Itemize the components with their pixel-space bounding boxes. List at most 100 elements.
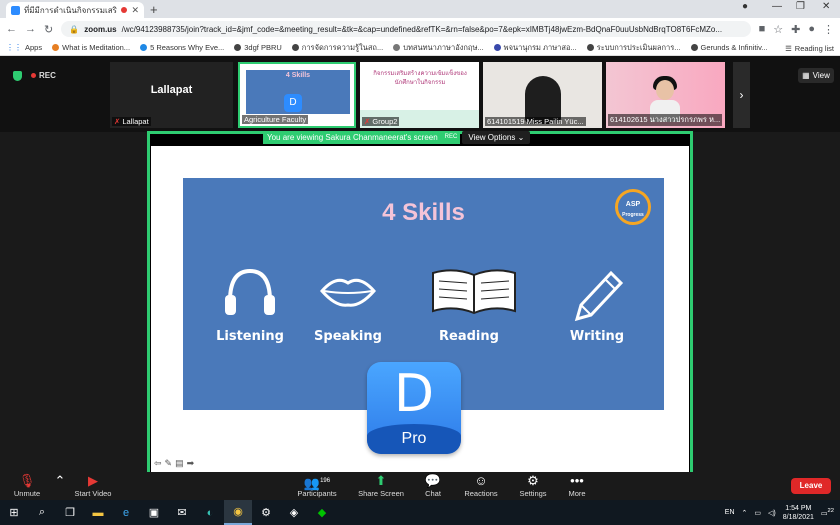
video-off-icon: ▶ [88, 473, 98, 488]
participant-label: 614102615 นางสาวปรกรภพร ห... [608, 114, 723, 126]
participants-count: 196 [320, 478, 331, 484]
skill-reading: Reading [429, 265, 516, 344]
bookmark-item[interactable]: 3dgf PBRU [234, 43, 282, 52]
skill-writing: Writing [557, 265, 637, 344]
browser-tab[interactable]: ที่มีมีการดำเนินกิจกรรมเสริมหลักสูตร... … [6, 2, 144, 18]
arrow-right-icon[interactable]: ➡ [187, 458, 195, 469]
d-pro-badge-icon: D [284, 94, 302, 112]
task-view-icon[interactable]: ❐ [56, 500, 84, 525]
video-tile[interactable]: 614102615 นางสาวปรกรภพร ห... [606, 62, 725, 128]
slide-title: 4 Skills [382, 199, 465, 226]
zoom-meeting: REC Lallapat ✗ Lallapat 4 Skills D Agric… [0, 56, 840, 525]
lock-icon: 🔒 [69, 24, 80, 34]
bookmark-item[interactable]: พจนานุกรม ภาษาสอ... [493, 42, 577, 54]
bookmark-icon [291, 44, 299, 51]
open-book-icon [432, 269, 516, 315]
settings-gear-icon[interactable]: ⚙ [252, 500, 280, 525]
edge-chromium-icon[interactable]: ◐ [196, 500, 224, 525]
leave-button[interactable]: Leave [791, 478, 831, 494]
zoom-favicon-icon [11, 5, 20, 15]
audio-options-chevron[interactable]: ⌃ [54, 473, 66, 489]
bookmark-item[interactable]: Gerunds & Infinitiv... [690, 43, 768, 52]
start-video-button[interactable]: ▶ Start Video [70, 473, 116, 498]
slide-canvas: 4 Skills ASP Progress Listening Speaking … [151, 146, 689, 502]
tile-poster-text: กิจกรรมเสริมสร้างความเข้มแข็งของนักศึกษา… [373, 71, 467, 86]
annotation-toolbar: ⇦ ✎ ▤ ➡ [154, 458, 194, 469]
pen-icon[interactable]: ✎ [165, 458, 173, 469]
star-icon[interactable]: ☆ [773, 23, 783, 36]
bookmark-item[interactable]: การจัดการความรู้ในสถ... [291, 42, 383, 54]
store-icon[interactable]: ▣ [140, 500, 168, 525]
participant-label: ✗ Group2 [362, 117, 400, 126]
shared-screen: 4 Skills ASP Progress Listening Speaking … [147, 131, 693, 525]
participant-label: 614101519 Miss Pailin Yüc... [485, 117, 586, 126]
bookmark-apps[interactable]: ⋮⋮ Apps [6, 43, 42, 52]
participants-button[interactable]: 👥196 Participants [294, 473, 340, 498]
windows-start-icon[interactable]: ⊞ [0, 500, 28, 525]
video-tile[interactable]: Lallapat ✗ Lallapat [110, 62, 233, 128]
more-button[interactable]: ••• More [564, 473, 590, 498]
reactions-button[interactable]: ☺ Reactions [462, 473, 500, 498]
chrome-icon[interactable]: ◉ [224, 500, 252, 525]
network-icon[interactable]: ▭ [754, 509, 761, 517]
bookmark-icon [393, 44, 401, 51]
edge-icon[interactable]: e [112, 500, 140, 525]
profile-icon[interactable]: ● [808, 23, 815, 35]
settings-button[interactable]: ⚙ Settings [516, 473, 550, 498]
maximize-button[interactable]: ❐ [796, 1, 805, 12]
new-tab-button[interactable]: + [150, 2, 158, 17]
clock[interactable]: 1:54 PM 8/18/2021 [783, 504, 814, 522]
participant-label: ✗ Lallapat [112, 117, 151, 126]
menu-icon[interactable]: ⋮ [823, 23, 834, 36]
bookmark-item[interactable]: บทสนทนาภาษาอังกฤษ... [393, 42, 484, 54]
chevron-up-icon[interactable]: ⌃ [742, 509, 748, 517]
close-window-button[interactable]: ✕ [822, 1, 830, 12]
bookmark-item[interactable]: What is Meditation... [52, 43, 130, 52]
system-tray: EN ⌃ ▭ ◁) 1:54 PM 8/18/2021 ▭22 [725, 500, 834, 525]
search-icon[interactable]: ⌕ [28, 500, 56, 525]
camera-icon[interactable]: ■ [759, 23, 766, 35]
url-field[interactable]: 🔒 zoom.us/wc/94123988735/join?track_id=&… [61, 21, 751, 37]
viewing-text: You are viewing Sakura Chanmaneerat's sc… [263, 131, 442, 144]
share-screen-button[interactable]: ⬆ Share Screen [357, 473, 405, 498]
muted-mic-icon: ✗ [364, 117, 371, 126]
app-icon[interactable]: ◈ [280, 500, 308, 525]
chat-button[interactable]: 💬 Chat [418, 473, 448, 498]
windows-taskbar: ⊞ ⌕ ❐ ▬ e ▣ ✉ ◐ ◉ ⚙ ◈ ◆ EN ⌃ ▭ ◁) 1:54 P… [0, 500, 840, 525]
reload-icon[interactable]: ↻ [44, 23, 53, 36]
video-tile[interactable]: กิจกรรมเสริมสร้างความเข้มแข็งของนักศึกษา… [360, 62, 479, 128]
language-indicator[interactable]: EN [725, 509, 735, 516]
slides-icon[interactable]: ▤ [175, 458, 184, 469]
line-icon[interactable]: ◆ [308, 500, 336, 525]
participants-icon: 👥196 [303, 475, 331, 491]
bookmark-item[interactable]: ระบบการประเมินผลการ... [586, 42, 681, 54]
browser-tabbar: ที่มีมีการดำเนินกิจกรรมเสริมหลักสูตร... … [0, 0, 840, 18]
bookmark-icon [586, 44, 594, 51]
bookmark-icon [234, 44, 242, 51]
extensions-icon[interactable]: ✚ [791, 23, 800, 36]
video-tile[interactable]: 614101519 Miss Pailin Yüc... [483, 62, 602, 128]
volume-icon[interactable]: ◁) [768, 509, 776, 517]
shield-icon[interactable] [13, 71, 22, 81]
unmute-button[interactable]: 🎙 Unmute [9, 473, 45, 498]
minimize-button[interactable]: — [772, 1, 782, 12]
bookmarks-bar: ⋮⋮ Apps What is Meditation... 5 Reasons W… [0, 40, 840, 56]
arrow-left-icon[interactable]: ⇦ [154, 458, 162, 469]
view-button[interactable]: ▦ View [798, 68, 834, 83]
video-tile[interactable]: 4 Skills D Agriculture Faculty [238, 62, 356, 128]
notification-icon[interactable]: ▭22 [821, 508, 834, 517]
next-page-arrow-icon[interactable]: › [733, 62, 750, 128]
participant-label: Agriculture Faculty [242, 115, 309, 124]
view-options-button[interactable]: View Options ⌄ [462, 131, 531, 144]
reading-list-button[interactable]: ☰ Reading list [779, 40, 834, 55]
bookmark-item[interactable]: 5 Reasons Why Eve... [140, 43, 224, 52]
record-icon[interactable]: ● [742, 1, 748, 12]
back-arrow-icon[interactable]: ← [6, 23, 17, 35]
app-letter: D [393, 364, 435, 424]
forward-arrow-icon[interactable]: → [25, 23, 36, 35]
mail-icon[interactable]: ✉ [168, 500, 196, 525]
close-tab-icon[interactable]: ✕ [131, 5, 139, 16]
zoom-control-bar: 🎙 Unmute ⌃ ▶ Start Video 👥196 Participants … [0, 472, 840, 500]
file-explorer-icon[interactable]: ▬ [84, 500, 112, 525]
more-dots-icon: ••• [570, 473, 584, 488]
